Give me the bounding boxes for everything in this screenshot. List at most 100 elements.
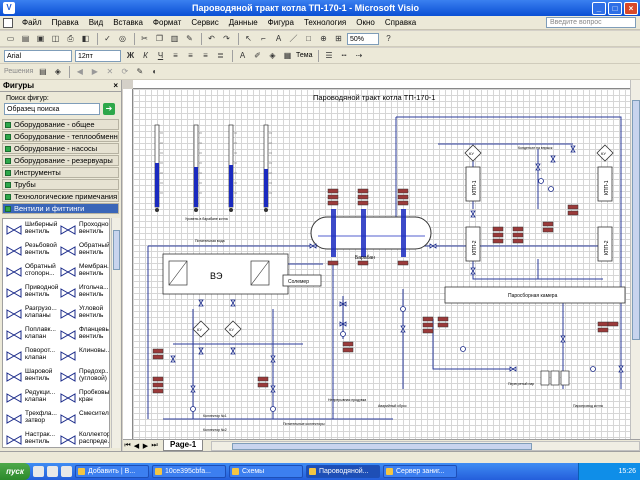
pointer-tool-icon[interactable]: ↖	[242, 32, 255, 45]
quicklaunch-icon[interactable]	[61, 466, 72, 477]
valve-shape-item[interactable]: Обратный стопорн...	[3, 263, 57, 283]
web-icon[interactable]: ◐	[148, 65, 161, 78]
redo-icon[interactable]: ↷	[220, 32, 233, 45]
bold-icon[interactable]: Ж	[124, 49, 137, 62]
valve-shape-item[interactable]: Предохр... (угловой)	[57, 368, 109, 388]
menu-view[interactable]: Вид	[84, 18, 108, 27]
valve-shape-item[interactable]: Клиновы...	[57, 347, 109, 367]
stencil-vessels[interactable]: Оборудование - резервуары	[2, 155, 119, 166]
theme-icon[interactable]: ▦	[281, 49, 294, 62]
next-page-icon[interactable]: ▶	[141, 442, 150, 450]
spelling-icon[interactable]: ✓	[101, 32, 114, 45]
valve-shape-item[interactable]: Фланцевыйвентиль	[57, 326, 109, 346]
save-icon[interactable]: ▣	[34, 32, 47, 45]
start-button[interactable]: пуск	[0, 463, 30, 480]
shape-search-input[interactable]: Образец поиска	[4, 103, 100, 115]
copy-icon[interactable]: ❐	[153, 32, 166, 45]
menu-format[interactable]: Формат	[148, 18, 186, 27]
open-icon[interactable]: ▤	[19, 32, 32, 45]
menu-shape[interactable]: Фигура	[263, 18, 299, 27]
valve-shape-item[interactable]: Мембран... вентиль	[57, 263, 109, 283]
menu-edit[interactable]: Правка	[47, 18, 84, 27]
menu-data[interactable]: Данные	[224, 18, 263, 27]
economizer[interactable]	[162, 253, 289, 295]
new-icon[interactable]: ▭	[4, 32, 17, 45]
font-size-select[interactable]: 12пт	[75, 49, 121, 62]
menu-file[interactable]: Файл	[17, 18, 47, 27]
valve-shape-item[interactable]: Смеситель	[57, 410, 109, 430]
taskbar-button[interactable]: Сервер заниг...	[383, 465, 457, 478]
level-gauges[interactable]	[154, 124, 272, 212]
shapes-scrollbar[interactable]	[111, 218, 120, 448]
maximize-button[interactable]: □	[608, 1, 622, 15]
connector-tool-icon[interactable]: ⌐	[257, 32, 270, 45]
solutions-label[interactable]: Решения	[4, 68, 33, 75]
menu-tools[interactable]: Сервис	[186, 18, 223, 27]
stencil-process-annotations[interactable]: Технологические примечания	[2, 191, 119, 202]
canvas-horizontal-scrollbar[interactable]	[211, 440, 640, 451]
taskbar-button[interactable]: 10ce395cbfa...	[152, 465, 226, 478]
shape-data-icon[interactable]: ◈	[51, 65, 64, 78]
text-tool-icon[interactable]: A	[272, 32, 285, 45]
justify-icon[interactable]: ≣	[214, 49, 227, 62]
refresh-icon[interactable]: ⟳	[118, 65, 131, 78]
taskbar-button[interactable]: Добавить | B...	[75, 465, 149, 478]
minimize-button[interactable]: _	[592, 1, 606, 15]
folder-icon[interactable]: ▤	[36, 65, 49, 78]
menu-insert[interactable]: Вставка	[108, 18, 148, 27]
stencil-heat-exchangers[interactable]: Оборудование - теплообменники	[2, 131, 119, 142]
valve-shape-item[interactable]: Трехфла... затвор	[3, 410, 57, 430]
stencil-equipment-general[interactable]: Оборудование - общее	[2, 119, 119, 130]
edit-icon[interactable]: ✎	[133, 65, 146, 78]
align-left-icon[interactable]: ≡	[169, 49, 182, 62]
underline-icon[interactable]: Ч	[154, 49, 167, 62]
vertical-ruler[interactable]	[123, 89, 133, 439]
stencil-instruments[interactable]: Инструменты	[2, 167, 119, 178]
align-right-icon[interactable]: ≡	[199, 49, 212, 62]
valve-shape-item[interactable]: Настрак... вентиль	[3, 431, 57, 447]
research-icon[interactable]: ◎	[116, 32, 129, 45]
rectangle-tool-icon[interactable]: □	[302, 32, 315, 45]
panel-close-icon[interactable]: ×	[113, 80, 121, 91]
valve-shape-item[interactable]: Шиберный вентиль	[3, 221, 57, 241]
scroll-thumb[interactable]	[232, 442, 533, 450]
undo-icon[interactable]: ↶	[205, 32, 218, 45]
valve-shape-item[interactable]: Проходной вентиль	[57, 221, 109, 241]
cut-icon[interactable]: ✂	[138, 32, 151, 45]
line-color-icon[interactable]: ✐	[251, 49, 264, 62]
shapes-window-icon[interactable]: ⊞	[332, 32, 345, 45]
format-painter-icon[interactable]: ✎	[183, 32, 196, 45]
diagram-svg[interactable]: Пароводяной тракт котла ТП-170-1 Уровень…	[133, 89, 630, 439]
canvas-vertical-scrollbar[interactable]	[630, 80, 640, 439]
zoom-select[interactable]: 50%	[347, 32, 379, 45]
line-tool-icon[interactable]: ／	[287, 32, 300, 45]
align-center-icon[interactable]: ≡	[184, 49, 197, 62]
system-tray-clock[interactable]: 15:26	[578, 463, 640, 480]
horizontal-ruler[interactable]	[133, 80, 630, 89]
valve-shape-item[interactable]: Поворот... клапан	[3, 347, 57, 367]
valve-shape-item[interactable]: Приводной вентиль	[3, 284, 58, 304]
line-weight-icon[interactable]: ☰	[322, 49, 335, 62]
valve-shape-item[interactable]: Разгрузо... клапаны	[3, 305, 57, 325]
prev-page-icon[interactable]: ◀	[132, 442, 141, 450]
valve-shape-item[interactable]: Редукци... клапан	[3, 389, 57, 409]
page-tab[interactable]: Page-1	[163, 440, 204, 451]
line-ends-icon[interactable]: ⇢	[352, 49, 365, 62]
valve-shape-item[interactable]: Шаровой вентиль	[3, 368, 57, 388]
menu-window[interactable]: Окно	[351, 18, 380, 27]
stop-icon[interactable]: ✕	[103, 65, 116, 78]
valve-shape-item[interactable]: Коллектор распреде...	[57, 431, 109, 447]
valve-shape-item[interactable]: Угловой вентиль	[57, 305, 109, 325]
taskbar-button[interactable]: Схемы	[229, 465, 303, 478]
valve-shape-item[interactable]: Пробковый кран	[57, 389, 109, 409]
valve-shape-item[interactable]: Поплавк... клапан	[3, 326, 57, 346]
help-icon[interactable]: ?	[382, 32, 395, 45]
print-preview-icon[interactable]: ◧	[79, 32, 92, 45]
paste-icon[interactable]: ▥	[168, 32, 181, 45]
scroll-thumb[interactable]	[632, 100, 640, 340]
boiler-drum[interactable]	[310, 209, 432, 257]
back-icon[interactable]: ◀	[73, 65, 86, 78]
drawing-canvas[interactable]: Пароводяной тракт котла ТП-170-1 Уровень…	[133, 89, 630, 439]
search-go-icon[interactable]: ➔	[103, 103, 115, 115]
stencil-pipelines[interactable]: Трубы	[2, 179, 119, 190]
